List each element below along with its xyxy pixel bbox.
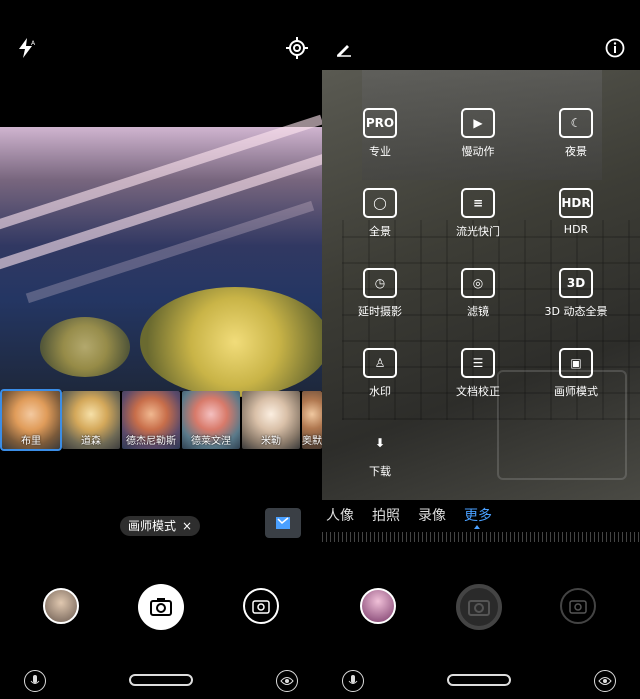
mode-night[interactable]: ☾ 夜景	[526, 108, 626, 159]
mode-light-painting[interactable]: ≡ 流光快门	[428, 188, 528, 239]
info-icon[interactable]	[603, 36, 627, 60]
camera-mode-tabs: 人像 拍照 录像 更多	[322, 505, 640, 529]
camera-filter-screen: A 布里 道森 德杰尼勒斯 德莱文涅 米勒 奥默 画师模式 ×	[0, 0, 322, 699]
painter-mode-button[interactable]	[265, 508, 301, 538]
mode-label: 文档校正	[456, 385, 500, 398]
home-navigation-bar[interactable]	[447, 674, 511, 686]
mode-label: 下载	[369, 465, 391, 478]
mode-filter[interactable]: ◎ 滤镜	[428, 268, 528, 319]
night-icon: ☾	[559, 108, 593, 138]
filter-thumbnail[interactable]: 米勒	[242, 391, 300, 449]
mode-label: 全景	[369, 225, 391, 238]
microphone-icon[interactable]	[24, 670, 46, 692]
home-navigation-bar[interactable]	[129, 674, 193, 686]
close-icon[interactable]: ×	[182, 516, 192, 536]
tab-photo[interactable]: 拍照	[372, 505, 400, 529]
filter-icon: ◎	[461, 268, 495, 298]
download-icon: ⬇	[374, 436, 386, 450]
mode-label: 滤镜	[467, 305, 489, 318]
mode-pro[interactable]: PRO 专业	[330, 108, 430, 159]
filter-thumbnail[interactable]: 道森	[62, 391, 120, 449]
filter-label: 布里	[21, 436, 41, 447]
mode-chip-label: 画师模式	[128, 519, 177, 533]
watermark-icon: ♙	[363, 348, 397, 378]
hdr-icon: HDR	[559, 188, 593, 218]
mode-hdr[interactable]: HDR HDR	[526, 188, 626, 236]
painter-icon: ▣	[559, 348, 593, 378]
svg-text:A: A	[31, 40, 36, 47]
mode-label: 流光快门	[456, 225, 500, 238]
microphone-icon[interactable]	[342, 670, 364, 692]
mode-label: 延时摄影	[358, 305, 402, 318]
filter-label: 道森	[81, 436, 101, 447]
mode-time-lapse[interactable]: ◷ 延时摄影	[330, 268, 430, 319]
mode-watermark[interactable]: ♙ 水印	[330, 348, 430, 399]
filter-strip: 布里 道森 德杰尼勒斯 德莱文涅 米勒 奥默	[0, 389, 322, 451]
mode-label: 慢动作	[461, 145, 495, 158]
light-painting-icon: ≡	[461, 188, 495, 218]
switch-camera-button[interactable]	[560, 588, 596, 624]
mode-document-correction[interactable]: ☰ 文档校正	[428, 348, 528, 399]
mode-painter[interactable]: ▣ 画师模式	[526, 348, 626, 399]
mode-label: 夜景	[565, 145, 587, 158]
eye-icon[interactable]	[276, 670, 298, 692]
camera-preview	[0, 114, 322, 397]
gallery-thumbnail[interactable]	[43, 588, 79, 624]
edit-pencil-icon[interactable]	[332, 36, 356, 60]
tab-more[interactable]: 更多	[464, 505, 492, 529]
eye-icon[interactable]	[594, 670, 616, 692]
settings-gear-icon[interactable]	[285, 36, 309, 60]
mode-download[interactable]: ⬇ 下载	[330, 428, 430, 479]
gallery-thumbnail[interactable]	[360, 588, 396, 624]
3d-icon: 3D	[559, 268, 593, 298]
time-lapse-icon: ◷	[363, 268, 397, 298]
document-icon: ☰	[461, 348, 495, 378]
filter-thumbnail[interactable]: 布里	[0, 389, 62, 451]
filter-thumbnail[interactable]: 德莱文涅	[182, 391, 240, 449]
mode-chip[interactable]: 画师模式 ×	[120, 516, 201, 536]
filter-thumbnail[interactable]: 德杰尼勒斯	[122, 391, 180, 449]
filter-thumbnail[interactable]: 奥默	[302, 391, 322, 449]
camera-more-modes-screen: PRO 专业 ▶ 慢动作 ☾ 夜景 ◯ 全景 ≡ 流光快门 HDR HDR ◷ …	[322, 0, 640, 699]
filter-label: 米勒	[261, 436, 281, 447]
mode-slow-motion[interactable]: ▶ 慢动作	[428, 108, 528, 159]
filter-label: 德杰尼勒斯	[126, 436, 176, 447]
mode-panorama[interactable]: ◯ 全景	[330, 188, 430, 239]
filter-label: 德莱文涅	[191, 436, 231, 447]
mode-label: 3D 动态全景	[544, 305, 608, 318]
filter-label: 奥默	[302, 436, 322, 447]
slow-motion-icon: ▶	[461, 108, 495, 138]
shutter-button[interactable]	[138, 584, 184, 630]
mode-label: 专业	[369, 145, 391, 158]
mode-3d-panorama[interactable]: 3D 3D 动态全景	[526, 268, 626, 319]
shutter-button[interactable]	[456, 584, 502, 630]
flash-auto-icon[interactable]: A	[14, 36, 38, 60]
mode-label: 水印	[369, 385, 391, 398]
mode-label: 画师模式	[554, 385, 598, 398]
panorama-icon: ◯	[363, 188, 397, 218]
mode-scroll-ruler	[322, 532, 640, 542]
switch-camera-button[interactable]	[243, 588, 279, 624]
mode-label: HDR	[563, 223, 589, 236]
pro-icon: PRO	[363, 108, 397, 138]
tab-portrait[interactable]: 人像	[326, 505, 354, 529]
tab-video[interactable]: 录像	[418, 505, 446, 529]
